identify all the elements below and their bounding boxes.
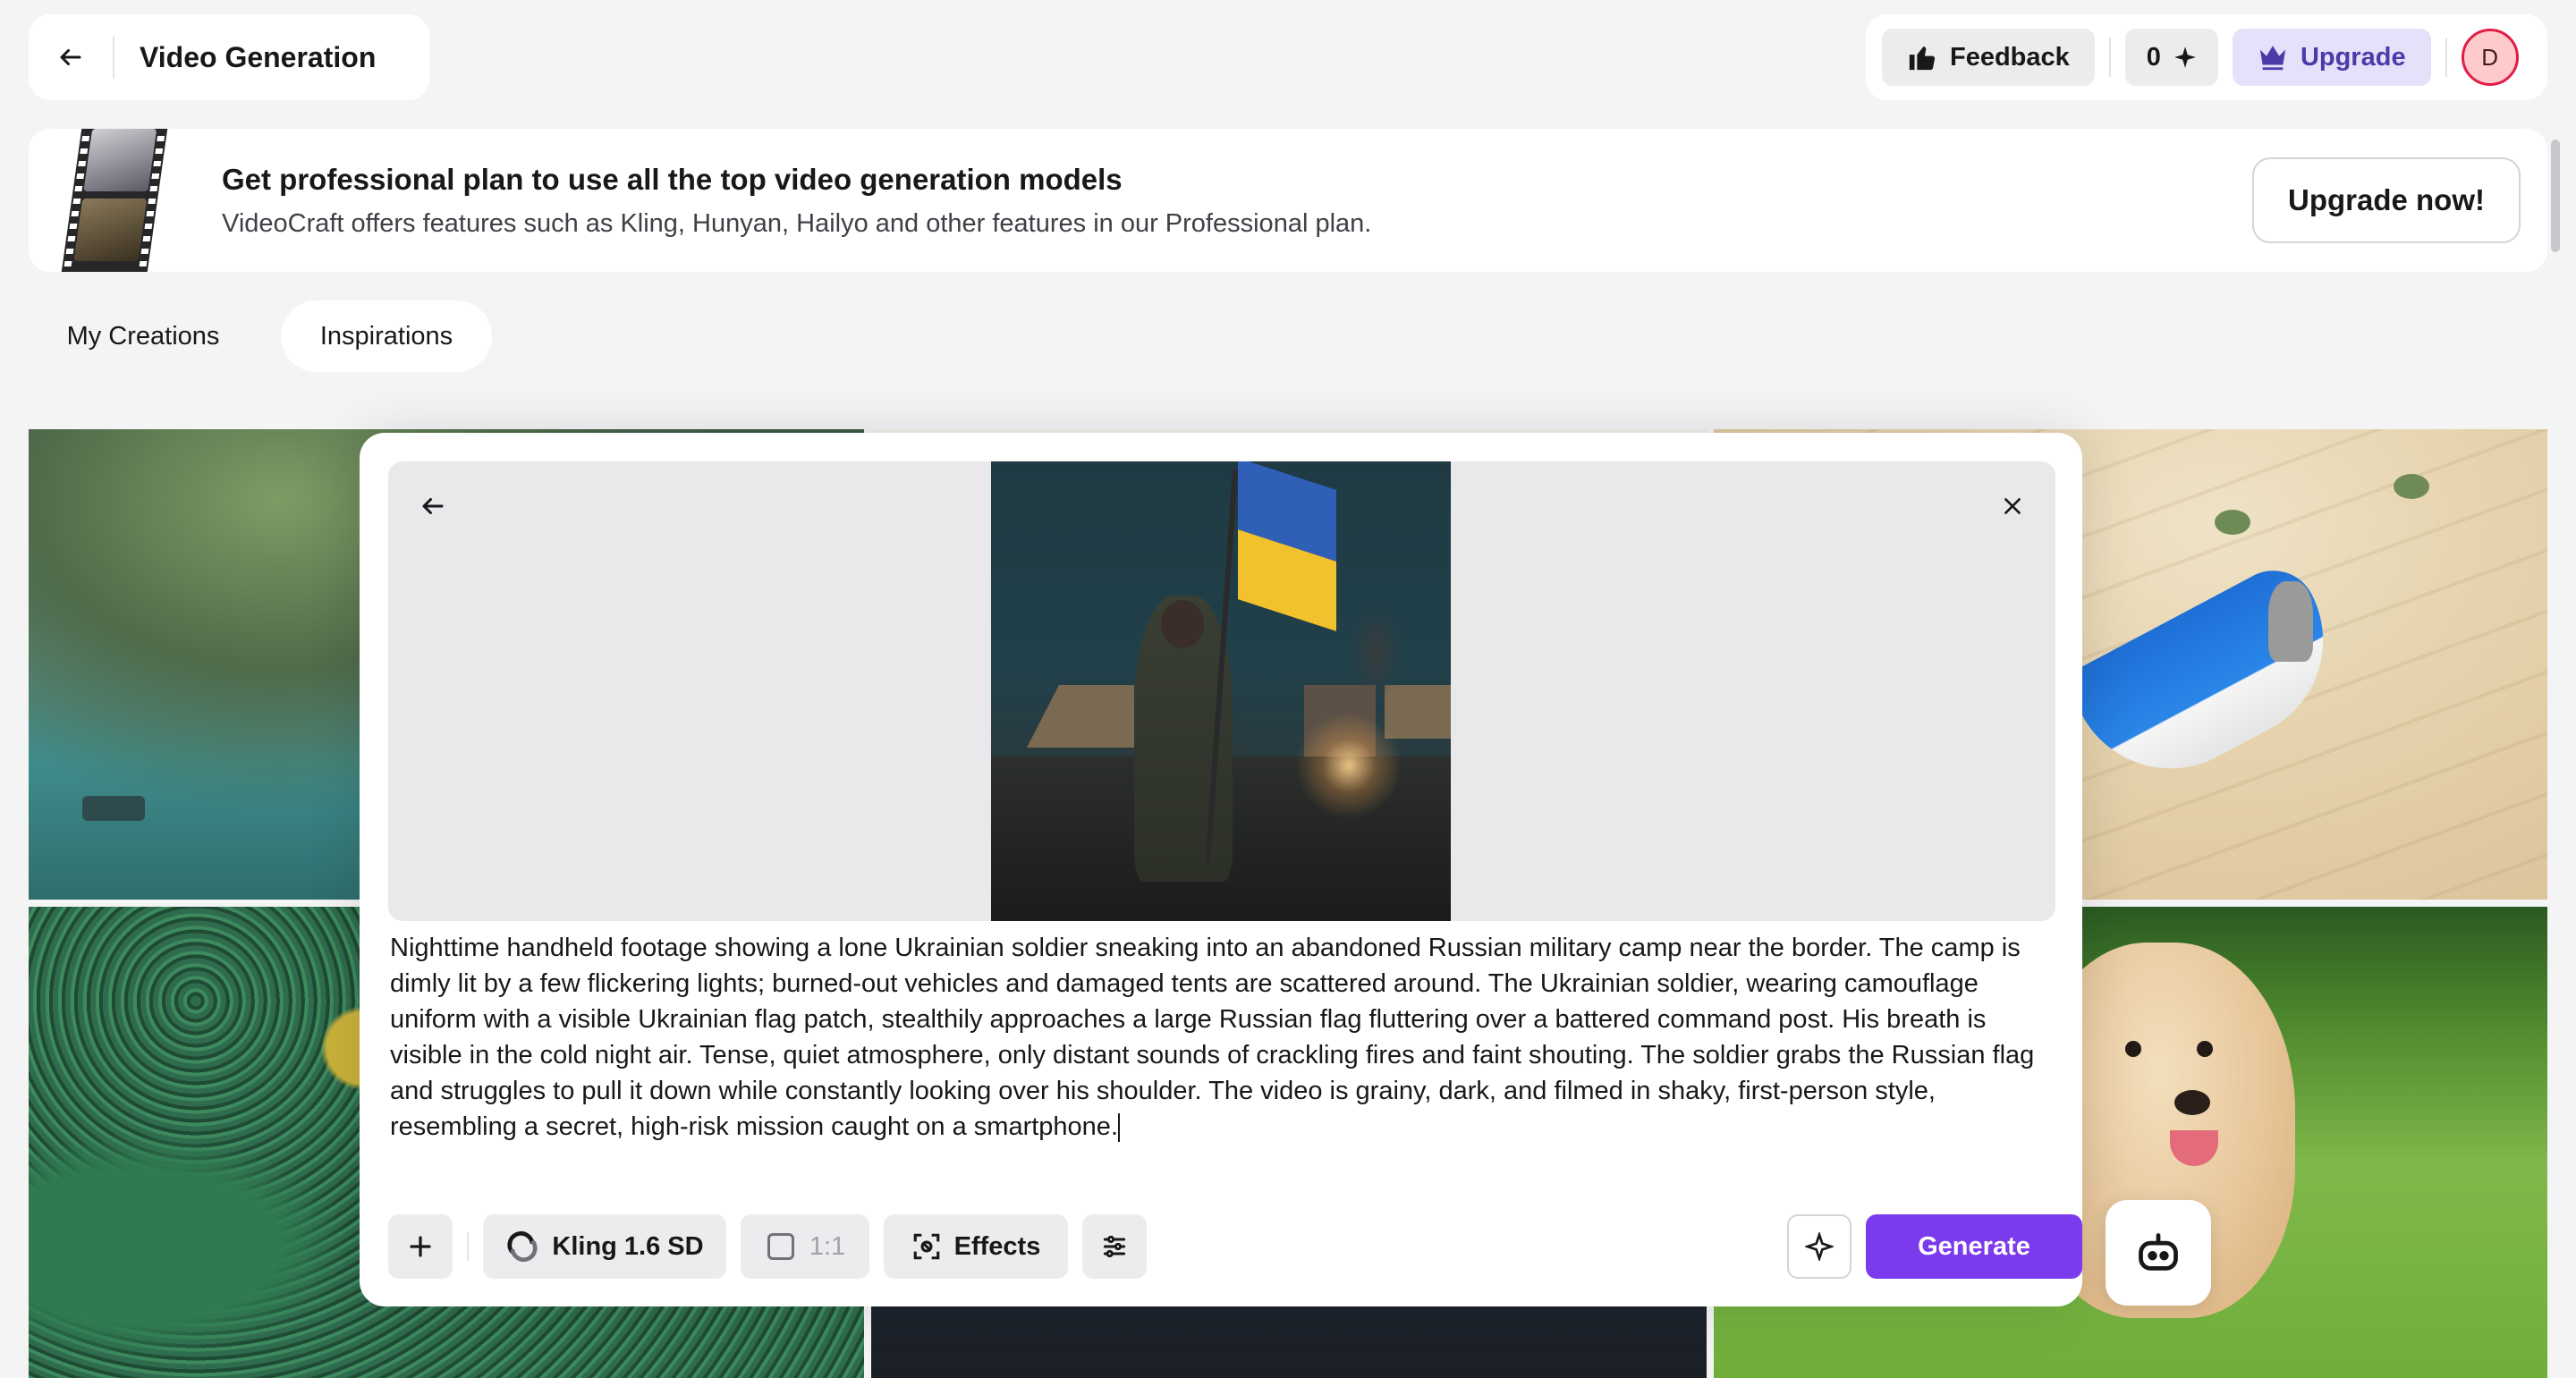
arrow-left-icon — [422, 498, 444, 514]
divider — [2108, 38, 2111, 77]
credits-badge[interactable]: 0 — [2124, 29, 2218, 86]
arrow-left-icon — [60, 49, 81, 65]
kling-logo-icon — [507, 1231, 538, 1262]
banner-subtitle: VideoCraft offers features such as Kling… — [222, 209, 1372, 238]
effects-label: Effects — [953, 1231, 1041, 1261]
preview-image — [991, 461, 1451, 921]
page-title: Video Generation — [140, 40, 377, 73]
generation-modal: Nighttime handheld footage showing a lon… — [360, 433, 2082, 1306]
generate-button[interactable]: Generate — [1866, 1214, 2082, 1279]
divider — [467, 1232, 469, 1261]
sliders-icon — [1103, 1235, 1126, 1258]
enhance-prompt-button[interactable] — [1787, 1214, 1852, 1279]
tab-my-creations[interactable]: My Creations — [36, 300, 250, 372]
upgrade-button[interactable]: Upgrade — [2232, 29, 2431, 86]
generation-toolbar: Kling 1.6 SD 1:1 Effects Generate — [388, 1214, 2082, 1279]
add-attachment-button[interactable] — [388, 1214, 453, 1279]
banner-title: Get professional plan to use all the top… — [222, 163, 1123, 196]
header-actions: Feedback 0 Upgrade D — [1866, 14, 2547, 100]
feedback-button[interactable]: Feedback — [1882, 29, 2095, 86]
tab-inspirations[interactable]: Inspirations — [281, 300, 492, 372]
sparkle-outline-icon — [1805, 1232, 1834, 1261]
avatar-initial: D — [2481, 43, 2498, 71]
aspect-ratio-selector[interactable]: 1:1 — [741, 1214, 869, 1279]
feedback-label: Feedback — [1950, 42, 2070, 72]
prompt-textarea[interactable]: Nighttime handheld footage showing a lon… — [390, 930, 2054, 1145]
preview-area — [388, 461, 2055, 921]
effects-button[interactable]: Effects — [884, 1214, 1068, 1279]
credits-value: 0 — [2146, 42, 2161, 72]
model-label: Kling 1.6 SD — [552, 1231, 704, 1261]
thumbs-up-icon — [1909, 46, 1936, 71]
close-icon — [2004, 498, 2021, 514]
promo-banner: Get professional plan to use all the top… — [29, 129, 2547, 272]
page-scrollbar[interactable] — [2551, 139, 2560, 252]
assistant-bot-button[interactable] — [2106, 1200, 2211, 1306]
close-button[interactable] — [1989, 483, 2036, 529]
header-title-card: Video Generation — [29, 14, 429, 100]
aspect-label: 1:1 — [809, 1231, 846, 1261]
plus-icon — [410, 1236, 431, 1257]
upgrade-label: Upgrade — [2300, 42, 2406, 72]
robot-icon — [2139, 1233, 2178, 1271]
text-caret — [1118, 1113, 1120, 1143]
back-button[interactable] — [29, 36, 114, 79]
divider — [2445, 38, 2447, 77]
settings-button[interactable] — [1082, 1214, 1147, 1279]
model-selector[interactable]: Kling 1.6 SD — [483, 1214, 726, 1279]
square-ratio-icon — [767, 1233, 794, 1260]
sparkle-icon — [2174, 46, 2196, 68]
modal-back-button[interactable] — [410, 483, 456, 529]
film-strip-illustration — [44, 129, 198, 272]
prompt-text: Nighttime handheld footage showing a lon… — [390, 934, 2035, 1141]
crown-icon — [2259, 46, 2286, 71]
effects-icon — [913, 1233, 939, 1260]
avatar[interactable]: D — [2461, 29, 2519, 86]
upgrade-now-button[interactable]: Upgrade now! — [2252, 157, 2521, 243]
